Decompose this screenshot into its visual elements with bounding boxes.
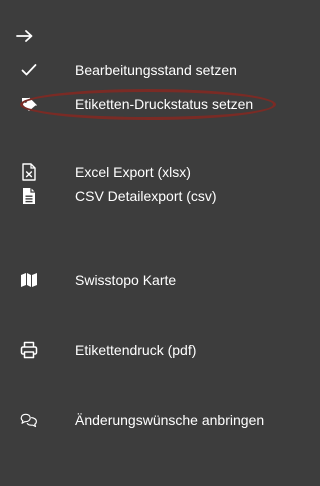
tag-icon [20, 95, 38, 113]
side-menu-panel: Bearbeitungsstand setzen Etiketten-Druck… [0, 0, 320, 486]
menu-item-label: Etikettendruck (pdf) [75, 342, 197, 358]
menu-item-csv-export[interactable]: CSV Detailexport (csv) [0, 181, 320, 211]
menu-item-swisstopo[interactable]: Swisstopo Karte [0, 265, 320, 295]
menu-item-label: Etiketten-Druckstatus setzen [75, 96, 254, 112]
menu-item-aenderungswuensche[interactable]: Änderungswünsche anbringen [0, 405, 320, 435]
comments-icon [20, 411, 38, 429]
map-icon [20, 271, 38, 289]
excel-file-icon [20, 163, 38, 181]
collapse-arrow-button[interactable] [14, 26, 36, 46]
menu-item-etiketten-druckstatus[interactable]: Etiketten-Druckstatus setzen [0, 89, 320, 119]
printer-icon [20, 341, 38, 359]
menu-item-label: Bearbeitungsstand setzen [75, 62, 237, 78]
arrow-right-icon [16, 30, 33, 42]
menu-item-label: Excel Export (xlsx) [75, 164, 191, 180]
menu-item-bearbeitungsstand[interactable]: Bearbeitungsstand setzen [0, 55, 320, 85]
menu-item-label: Änderungswünsche anbringen [75, 412, 265, 428]
menu-item-etikettendruck[interactable]: Etikettendruck (pdf) [0, 335, 320, 365]
check-icon [20, 61, 38, 79]
menu-item-label: CSV Detailexport (csv) [75, 188, 217, 204]
menu-item-label: Swisstopo Karte [75, 272, 177, 288]
csv-file-icon [20, 187, 38, 205]
